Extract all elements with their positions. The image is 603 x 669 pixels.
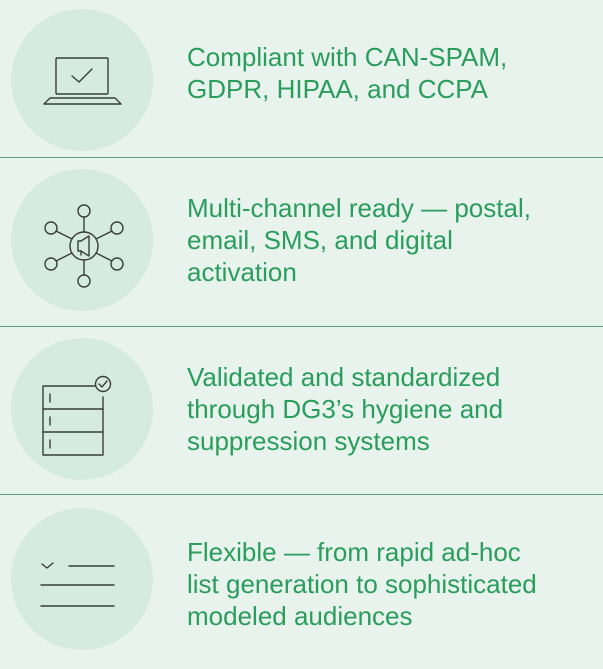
feature-text-line: through DG3’s hygiene and — [187, 394, 504, 424]
feature-item-flexible: Flexible — from rapid ad-hoc list genera… — [0, 495, 603, 669]
feature-text-line: list generation to sophisticated — [187, 569, 537, 599]
feature-text: Multi-channel ready — postal, email, SMS… — [187, 192, 597, 288]
megaphone-network-icon — [44, 204, 124, 288]
laptop-check-icon — [43, 57, 122, 105]
feature-text: Compliant with CAN-SPAM, GDPR, HIPAA, an… — [187, 41, 597, 105]
feature-text-line: modeled audiences — [187, 601, 413, 631]
icon-circle — [11, 508, 153, 650]
feature-text-line: Validated and standardized — [187, 362, 501, 392]
feature-text-line: Flexible — from rapid ad-hoc — [187, 537, 521, 567]
feature-text-line: Compliant with CAN-SPAM, — [187, 42, 508, 72]
checklist-icon — [40, 562, 115, 607]
server-check-icon — [42, 375, 112, 456]
feature-item-compliance: Compliant with CAN-SPAM, GDPR, HIPAA, an… — [0, 0, 603, 157]
icon-circle — [11, 9, 153, 151]
feature-text-line: email, SMS, and digital — [187, 225, 453, 255]
feature-item-validated: Validated and standardized through DG3’s… — [0, 327, 603, 494]
icon-circle — [11, 169, 153, 311]
feature-text-line: Multi-channel ready — postal, — [187, 193, 531, 223]
feature-text-line: activation — [187, 257, 297, 287]
feature-text: Validated and standardized through DG3’s… — [187, 361, 597, 457]
feature-text: Flexible — from rapid ad-hoc list genera… — [187, 536, 597, 632]
feature-text-line: suppression systems — [187, 426, 430, 456]
feature-list: Compliant with CAN-SPAM, GDPR, HIPAA, an… — [0, 0, 603, 669]
icon-circle — [11, 338, 153, 480]
feature-text-line: GDPR, HIPAA, and CCPA — [187, 74, 489, 104]
feature-item-multichannel: Multi-channel ready — postal, email, SMS… — [0, 158, 603, 326]
